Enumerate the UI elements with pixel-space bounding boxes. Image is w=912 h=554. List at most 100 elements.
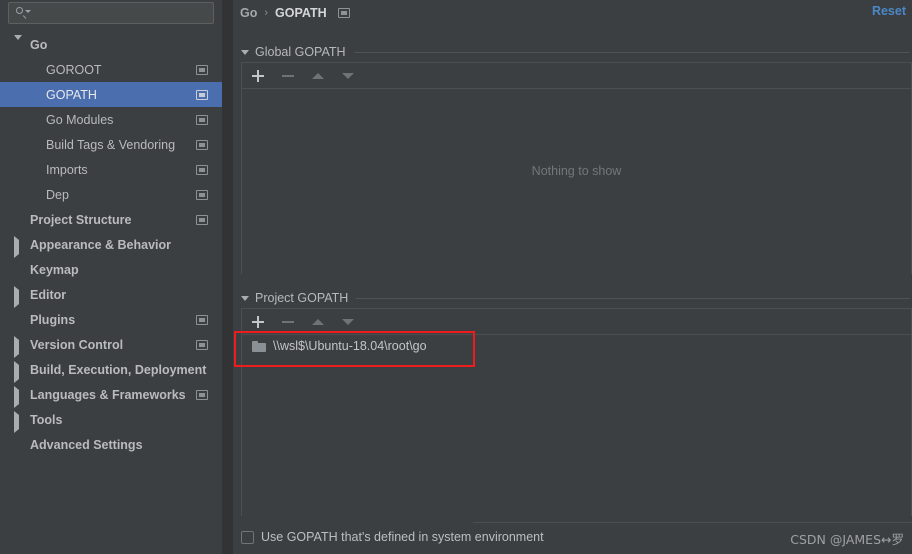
project-gopath-section-header: Project GOPATH bbox=[241, 290, 912, 306]
sidebar-item-label: Languages & Frameworks bbox=[30, 387, 186, 402]
module-settings-icon[interactable] bbox=[196, 139, 208, 150]
section-divider-line bbox=[356, 297, 910, 299]
system-gopath-checkbox[interactable] bbox=[241, 530, 254, 544]
folder-icon bbox=[252, 340, 266, 352]
sidebar-splitter[interactable] bbox=[222, 0, 233, 554]
sidebar-item-label: Plugins bbox=[30, 312, 76, 327]
sidebar-item-go-modules[interactable]: Go Modules bbox=[0, 107, 222, 132]
global-gopath-list[interactable]: Nothing to show bbox=[242, 89, 911, 299]
search-field-wrapper bbox=[8, 2, 214, 24]
module-settings-icon[interactable] bbox=[196, 64, 208, 75]
settings-dialog: Go GOROOT GOPATH Go Modules Build Tags & Ven… bbox=[0, 0, 912, 554]
footer-divider bbox=[473, 522, 912, 523]
sidebar-item-label: Go bbox=[30, 37, 48, 52]
sidebar-item-label: Advanced Settings bbox=[30, 437, 143, 452]
chevron-right-icon[interactable] bbox=[14, 285, 19, 308]
module-settings-icon[interactable] bbox=[196, 114, 208, 125]
sidebar-item-build-execution-deployment[interactable]: Build, Execution, Deployment bbox=[0, 357, 222, 383]
global-remove-button bbox=[280, 68, 296, 84]
search-input[interactable] bbox=[29, 5, 213, 21]
sidebar-item-label: Imports bbox=[46, 162, 88, 177]
chevron-right-icon[interactable] bbox=[14, 360, 19, 383]
settings-main-panel: Go › GOPATH Reset Global GOPATH Nothing … bbox=[233, 0, 912, 554]
sidebar-item-label: Project Structure bbox=[30, 212, 132, 227]
module-settings-icon[interactable] bbox=[196, 389, 208, 400]
collapse-triangle-icon[interactable] bbox=[241, 295, 249, 301]
global-move-up-button bbox=[310, 68, 326, 84]
sidebar-item-dep[interactable]: Dep bbox=[0, 182, 222, 207]
global-add-button[interactable] bbox=[250, 68, 266, 84]
module-settings-icon[interactable] bbox=[196, 164, 208, 175]
global-gopath-toolbar bbox=[242, 63, 911, 89]
tree-expander[interactable] bbox=[14, 360, 24, 383]
sidebar-item-project-structure[interactable]: Project Structure bbox=[0, 207, 222, 232]
module-settings-icon[interactable] bbox=[196, 314, 208, 325]
sidebar-item-goroot[interactable]: GOROOT bbox=[0, 57, 222, 82]
sidebar-item-version-control[interactable]: Version Control bbox=[0, 332, 222, 358]
project-remove-button bbox=[280, 314, 296, 330]
project-gopath-panel: \\wsl$\Ubuntu-18.04\root\go bbox=[241, 308, 912, 541]
module-settings-icon[interactable] bbox=[337, 8, 350, 18]
settings-sidebar: Go GOROOT GOPATH Go Modules Build Tags & Ven… bbox=[0, 0, 222, 554]
gopath-entry-path: \\wsl$\Ubuntu-18.04\root\go bbox=[273, 339, 427, 353]
sidebar-item-editor[interactable]: Editor bbox=[0, 282, 222, 308]
sidebar-item-keymap[interactable]: Keymap bbox=[0, 257, 222, 282]
sidebar-item-label: GOPATH bbox=[46, 87, 97, 102]
tree-expander[interactable] bbox=[14, 34, 24, 54]
project-move-up-button bbox=[310, 314, 326, 330]
breadcrumb: Go › GOPATH bbox=[240, 4, 350, 22]
project-gopath-list[interactable]: \\wsl$\Ubuntu-18.04\root\go bbox=[242, 335, 911, 541]
project-gopath-toolbar bbox=[242, 309, 911, 335]
chevron-down-icon[interactable] bbox=[14, 34, 22, 54]
project-gopath-title: Project GOPATH bbox=[255, 291, 349, 305]
sidebar-item-plugins[interactable]: Plugins bbox=[0, 307, 222, 332]
module-settings-icon[interactable] bbox=[196, 89, 208, 100]
chevron-right-icon[interactable] bbox=[14, 335, 19, 358]
breadcrumb-root[interactable]: Go bbox=[240, 6, 257, 20]
sidebar-item-label: Build Tags & Vendoring bbox=[46, 137, 176, 152]
tree-expander[interactable] bbox=[14, 335, 24, 358]
sidebar-item-tools[interactable]: Tools bbox=[0, 407, 222, 433]
sidebar-item-label: Build, Execution, Deployment bbox=[30, 362, 207, 377]
sidebar-item-gopath[interactable]: GOPATH bbox=[0, 82, 222, 107]
chevron-right-icon[interactable] bbox=[14, 385, 19, 408]
sidebar-item-imports[interactable]: Imports bbox=[0, 157, 222, 182]
sidebar-item-appearance-behavior[interactable]: Appearance & Behavior bbox=[0, 232, 222, 258]
breadcrumb-current: GOPATH bbox=[275, 6, 327, 20]
global-gopath-panel: Nothing to show bbox=[241, 62, 912, 299]
global-gopath-section-header: Global GOPATH bbox=[241, 44, 912, 60]
project-move-down-button bbox=[340, 314, 356, 330]
chevron-right-icon[interactable] bbox=[14, 410, 19, 433]
collapse-triangle-icon[interactable] bbox=[241, 49, 249, 55]
project-add-button[interactable] bbox=[250, 314, 266, 330]
module-settings-icon[interactable] bbox=[196, 339, 208, 350]
watermark: CSDN @JAMES↔罗 bbox=[790, 532, 904, 547]
sidebar-item-advanced-settings[interactable]: Advanced Settings bbox=[0, 432, 222, 457]
global-gopath-empty-message: Nothing to show bbox=[531, 164, 622, 178]
sidebar-item-label: GOROOT bbox=[46, 62, 102, 77]
sidebar-item-label: Dep bbox=[46, 187, 69, 202]
gopath-entry-row[interactable]: \\wsl$\Ubuntu-18.04\root\go bbox=[242, 335, 911, 357]
sidebar-item-languages-frameworks[interactable]: Languages & Frameworks bbox=[0, 382, 222, 408]
chevron-right-icon[interactable] bbox=[14, 235, 19, 258]
tree-expander[interactable] bbox=[14, 235, 24, 258]
sidebar-item-label: Keymap bbox=[30, 262, 79, 277]
sidebar-item-label: Editor bbox=[30, 287, 67, 302]
system-gopath-checkbox-row[interactable]: Use GOPATH that's defined in system envi… bbox=[241, 528, 544, 546]
global-gopath-title: Global GOPATH bbox=[255, 45, 346, 59]
sidebar-item-label: Tools bbox=[30, 412, 63, 427]
tree-expander[interactable] bbox=[14, 410, 24, 433]
tree-expander[interactable] bbox=[14, 385, 24, 408]
search-icon bbox=[15, 6, 31, 20]
sidebar-item-build-tags-vendoring[interactable]: Build Tags & Vendoring bbox=[0, 132, 222, 157]
search-box[interactable] bbox=[8, 2, 214, 24]
sidebar-item-label: Appearance & Behavior bbox=[30, 237, 172, 252]
sidebar-item-label: Version Control bbox=[30, 337, 124, 352]
reset-button[interactable]: Reset bbox=[872, 4, 906, 18]
module-settings-icon[interactable] bbox=[196, 189, 208, 200]
tree-expander[interactable] bbox=[14, 285, 24, 308]
section-divider-line bbox=[353, 51, 910, 53]
module-settings-icon[interactable] bbox=[196, 214, 208, 225]
sidebar-item-go[interactable]: Go bbox=[0, 32, 222, 57]
breadcrumb-separator: › bbox=[264, 7, 269, 19]
